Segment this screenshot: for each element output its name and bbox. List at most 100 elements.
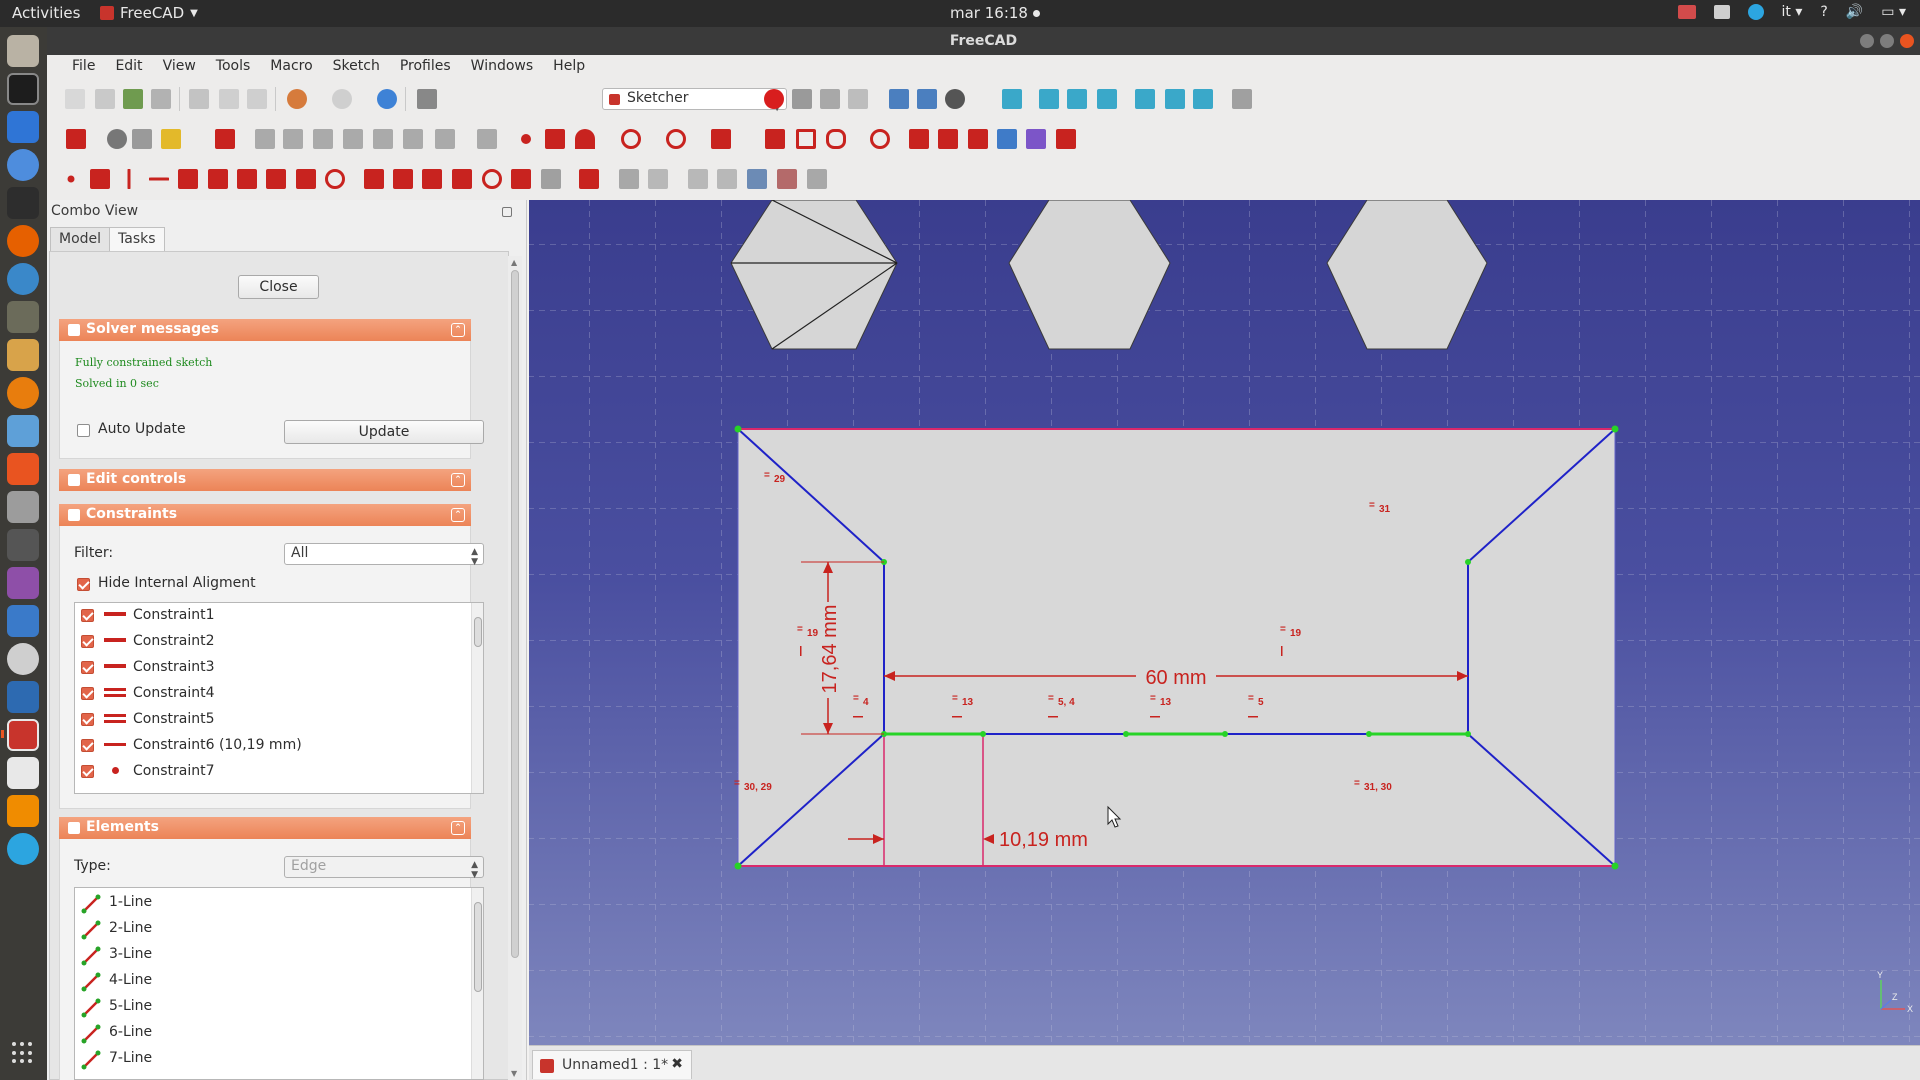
undo-icon[interactable]: [287, 89, 307, 109]
macro-stop-icon[interactable]: [792, 89, 812, 109]
block-constraint-icon[interactable]: [325, 169, 345, 189]
symmetry-icon[interactable]: [435, 129, 455, 149]
select-conflicting-icon[interactable]: [403, 129, 423, 149]
constraint-checkbox[interactable]: [81, 765, 94, 778]
bottom-view-icon[interactable]: [1165, 89, 1185, 109]
menu-profiles[interactable]: Profiles: [390, 55, 461, 79]
parallel-constraint-icon[interactable]: [178, 169, 198, 189]
show-applications-icon[interactable]: [12, 1042, 34, 1064]
leave-sketch-icon[interactable]: [66, 129, 86, 149]
collapse-icon[interactable]: ⌃: [451, 508, 465, 522]
circle-tool-icon[interactable]: [621, 129, 641, 149]
freecad-dock-icon[interactable]: [7, 719, 39, 751]
list-item[interactable]: Constraint4: [75, 681, 483, 707]
keyboard-layout-indicator[interactable]: it ▾: [1782, 4, 1803, 20]
draw-dock-icon[interactable]: [7, 339, 39, 371]
close-window-button[interactable]: [1900, 34, 1914, 48]
eye-dock-icon[interactable]: [7, 643, 39, 675]
carbon-copy-icon[interactable]: [1026, 129, 1046, 149]
fillet-tool-icon[interactable]: [909, 129, 929, 149]
screen-record-icon[interactable]: [1677, 5, 1696, 19]
part-icon[interactable]: [807, 169, 827, 189]
list-item[interactable]: Constraint5: [75, 707, 483, 733]
vertical-constraint-icon[interactable]: [127, 169, 131, 189]
sketch-face[interactable]: [737, 428, 1616, 867]
blender-dock-icon[interactable]: [7, 377, 39, 409]
fit-all-icon[interactable]: [889, 89, 909, 109]
elements-list-scrollbar[interactable]: [471, 888, 483, 1079]
telegram-dock-icon[interactable]: [7, 833, 39, 865]
minimize-button[interactable]: [1860, 34, 1874, 48]
menu-edit[interactable]: Edit: [105, 55, 152, 79]
menu-sketch[interactable]: Sketch: [323, 55, 390, 79]
hide-internal-alignment-checkbox[interactable]: [77, 578, 90, 591]
horizontal-constraint-tool-icon[interactable]: [149, 177, 169, 181]
filter-select[interactable]: All ▲ ▼: [284, 543, 484, 567]
line-tool-icon[interactable]: [545, 129, 565, 149]
toggle-driving-icon[interactable]: [579, 169, 599, 189]
rectangle-tool-icon[interactable]: [796, 129, 816, 149]
select-constraints-icon[interactable]: [255, 129, 275, 149]
constraints-list-scrollbar[interactable]: [471, 603, 483, 793]
tab-tasks[interactable]: Tasks: [109, 227, 165, 251]
software-center-dock-icon[interactable]: [7, 453, 39, 485]
view-sketch-icon[interactable]: [107, 129, 127, 149]
menu-tools[interactable]: Tools: [206, 55, 261, 79]
ellipse-tool-icon[interactable]: [666, 129, 686, 149]
symmetric-constraint-icon[interactable]: [296, 169, 316, 189]
collapse-icon[interactable]: ⌃: [451, 323, 465, 337]
macro-record-icon[interactable]: [764, 89, 784, 109]
constraint-checkbox[interactable]: [81, 609, 94, 622]
fit-selection-icon[interactable]: [917, 89, 937, 109]
workbench-selector[interactable]: Sketcher ▲▼: [602, 88, 787, 113]
constraints-header[interactable]: Constraints ⌃: [59, 504, 471, 526]
point-tool-icon[interactable]: [521, 134, 531, 144]
virtualbox-dock-icon[interactable]: [7, 681, 39, 713]
clone-icon[interactable]: [688, 169, 708, 189]
constraint-checkbox[interactable]: [81, 687, 94, 700]
copy-icon[interactable]: [219, 89, 239, 109]
tab-model[interactable]: Model: [50, 227, 111, 251]
lock-constraint-icon[interactable]: [364, 169, 384, 189]
left-view-icon[interactable]: [1193, 89, 1213, 109]
perpendicular-constraint-icon[interactable]: [208, 169, 228, 189]
print-icon[interactable]: [151, 89, 171, 109]
solver-messages-header[interactable]: Solver messages ⌃: [59, 319, 471, 341]
document-tab[interactable]: Unnamed1 : 1* ✖: [532, 1050, 692, 1079]
render-icon[interactable]: [777, 169, 797, 189]
save-icon[interactable]: [123, 89, 143, 109]
menu-macro[interactable]: Macro: [260, 55, 322, 79]
list-item[interactable]: 1-Line: [75, 890, 483, 916]
equal-constraint-tool-icon[interactable]: [266, 169, 286, 189]
right-view-icon[interactable]: [1097, 89, 1117, 109]
help-icon[interactable]: ?: [1820, 4, 1827, 20]
list-item[interactable]: 7-Line: [75, 1046, 483, 1072]
vertical-distance-icon[interactable]: [422, 169, 442, 189]
type-select[interactable]: Edge ▲ ▼: [284, 856, 484, 880]
folder-icon[interactable]: [648, 169, 668, 189]
slot-tool-icon[interactable]: [870, 129, 890, 149]
angle-constraint-icon[interactable]: [511, 169, 531, 189]
constraint-checkbox[interactable]: [81, 635, 94, 648]
edit-controls-header[interactable]: Edit controls ⌃: [59, 469, 471, 491]
constraint-checkbox[interactable]: [81, 661, 94, 674]
terminal-dock-icon[interactable]: [7, 187, 39, 219]
elements-header[interactable]: Elements ⌃: [59, 817, 471, 839]
rear-view-icon[interactable]: [1135, 89, 1155, 109]
expand-icon[interactable]: ⌃: [451, 473, 465, 487]
settings-dock-icon[interactable]: [7, 491, 39, 523]
photos-dock-icon[interactable]: [7, 567, 39, 599]
bspline-tool-icon[interactable]: [711, 129, 731, 149]
construction-mode-icon[interactable]: [1056, 129, 1076, 149]
coincident-constraint-tool-icon[interactable]: [67, 175, 75, 183]
open-icon[interactable]: [95, 89, 115, 109]
polygon-tool-icon[interactable]: [826, 129, 846, 149]
constraint-checkbox[interactable]: [81, 739, 94, 752]
top-view-icon[interactable]: [1067, 89, 1087, 109]
menu-file[interactable]: File: [62, 55, 105, 79]
external-geometry-icon[interactable]: [997, 129, 1017, 149]
draw-style-icon[interactable]: [945, 89, 965, 109]
kdenlive-dock-icon[interactable]: [7, 605, 39, 637]
select-vertical-axis-icon[interactable]: [313, 129, 333, 149]
activities-button[interactable]: Activities: [12, 4, 80, 22]
